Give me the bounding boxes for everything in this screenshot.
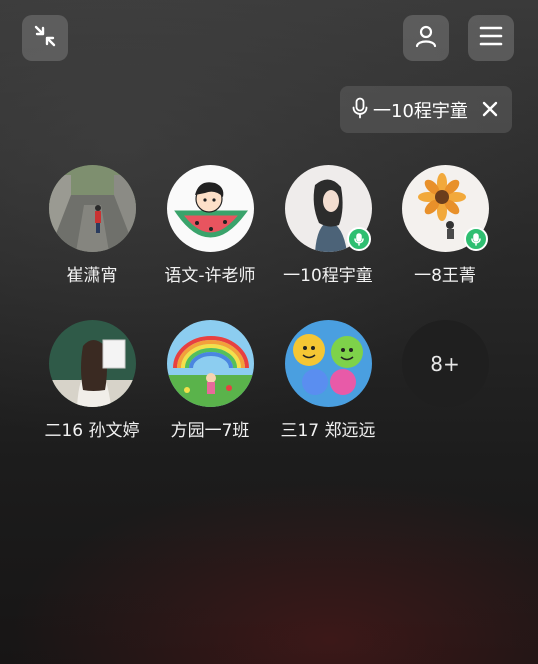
avatar [48, 165, 136, 252]
avatar [166, 320, 254, 407]
member-item[interactable]: 一8王菁 [386, 165, 504, 286]
collapse-button[interactable] [22, 15, 68, 61]
member-item[interactable]: 二16 孙文婷 [33, 320, 151, 441]
member-item[interactable]: 语文-许老师 [151, 165, 269, 286]
member-item[interactable]: 崔潇宵 [33, 165, 151, 286]
avatar [284, 320, 372, 407]
profile-button[interactable] [403, 15, 449, 61]
member-name: 一10程宇童 [283, 266, 373, 286]
speaking-mic-badge [463, 227, 488, 251]
member-name: 二16 孙文婷 [44, 421, 140, 441]
member-name: 语文-许老师 [164, 266, 256, 286]
active-speaker-indicator: 一10程宇童 [340, 86, 512, 133]
member-item[interactable]: 方园一7班 [151, 320, 269, 441]
avatar [48, 320, 136, 407]
person-icon [413, 23, 439, 53]
active-speaker-name: 一10程宇童 [373, 100, 468, 122]
speaking-mic-badge [346, 227, 371, 251]
menu-button[interactable] [468, 15, 514, 61]
hamburger-menu-icon [478, 25, 504, 51]
collapse-arrows-icon [33, 24, 57, 52]
member-item[interactable]: 三17 郑远远 [269, 320, 387, 441]
avatar [284, 165, 372, 252]
member-name: 方园一7班 [170, 421, 250, 441]
more-members-button[interactable]: 8+ [386, 320, 504, 407]
avatar [166, 165, 254, 252]
member-name: 三17 郑远远 [280, 421, 376, 441]
member-item[interactable]: 一10程宇童 [269, 165, 387, 286]
member-name: 崔潇宵 [66, 266, 118, 286]
member-name: 一8王菁 [414, 266, 476, 286]
close-icon[interactable] [480, 99, 500, 119]
microphone-icon [352, 97, 368, 123]
more-members-count: 8+ [401, 320, 489, 407]
avatar [401, 165, 489, 252]
